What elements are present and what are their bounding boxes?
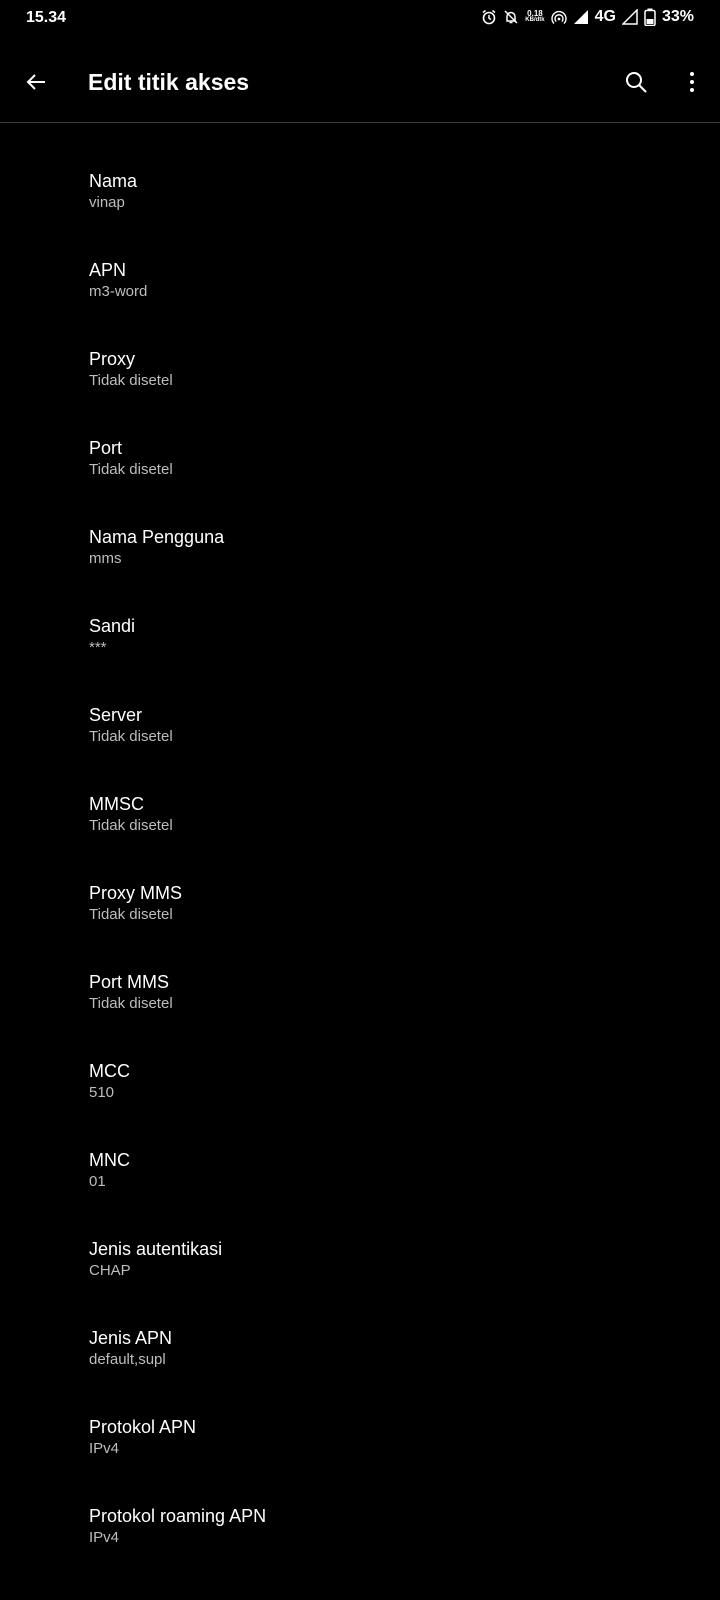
network-speed-unit: KB/dtk <box>525 17 545 23</box>
setting-server[interactable]: Server Tidak disetel <box>0 668 720 757</box>
setting-title: Protokol roaming APN <box>89 1506 267 1526</box>
setting-title: Port MMS <box>89 972 170 992</box>
setting-apn[interactable]: APN m3-word <box>0 223 720 312</box>
setting-value: Tidak disetel <box>89 995 173 1012</box>
setting-title: Nama Pengguna <box>89 527 225 547</box>
setting-title: Proxy <box>89 349 136 369</box>
setting-title: Nama <box>89 171 138 191</box>
setting-proxy[interactable]: Proxy Tidak disetel <box>0 312 720 401</box>
network-type: 4G <box>594 8 616 25</box>
setting-title: MNC <box>89 1150 130 1170</box>
status-icons: 0.18 KB/dtk 4G 33% <box>481 8 694 26</box>
setting-value: 510 <box>89 1084 115 1101</box>
hotspot-icon <box>551 9 567 25</box>
setting-mms-port[interactable]: Port MMS Tidak disetel <box>0 935 720 1024</box>
status-time: 15.34 <box>26 9 67 26</box>
back-arrow-icon <box>26 74 45 90</box>
setting-value: IPv4 <box>89 1440 120 1457</box>
setting-value: Tidak disetel <box>89 372 173 389</box>
network-speed-icon: 0.18 KB/dtk <box>525 10 544 24</box>
setting-password[interactable]: Sandi *** <box>0 579 720 668</box>
search-button[interactable] <box>614 60 658 104</box>
alarm-icon <box>481 9 497 25</box>
setting-value: m3-word <box>89 283 148 300</box>
setting-value: vinap <box>89 194 125 211</box>
page-title: Edit titik akses <box>88 69 250 95</box>
setting-value: Tidak disetel <box>89 817 173 834</box>
signal-2-icon <box>621 9 638 25</box>
battery-icon <box>644 8 656 26</box>
setting-username[interactable]: Nama Pengguna mms <box>0 490 720 579</box>
search-icon <box>626 72 647 93</box>
app-bar: Edit titik akses <box>0 40 720 123</box>
setting-title: MMSC <box>89 794 144 814</box>
setting-apn-type[interactable]: Jenis APN default,supl <box>0 1291 720 1380</box>
setting-value: CHAP <box>89 1262 131 1279</box>
setting-value: Tidak disetel <box>89 728 173 745</box>
more-options-button[interactable] <box>670 60 714 104</box>
setting-title: Sandi <box>89 616 136 636</box>
setting-value: Tidak disetel <box>89 461 173 478</box>
status-bar: 15.34 0.18 KB/dtk 4G 33% <box>0 0 720 40</box>
setting-apn-roaming-protocol[interactable]: Protokol roaming APN IPv4 <box>0 1469 720 1558</box>
notifications-off-icon <box>503 9 519 25</box>
setting-title: Jenis autentikasi <box>89 1239 223 1259</box>
setting-title: APN <box>89 260 127 280</box>
setting-title: Server <box>89 705 143 725</box>
back-button[interactable] <box>14 60 58 104</box>
setting-value: IPv4 <box>89 1529 120 1546</box>
network-speed-value: 0.18 <box>527 9 543 18</box>
setting-mms-proxy[interactable]: Proxy MMS Tidak disetel <box>0 846 720 935</box>
signal-icon <box>573 9 589 25</box>
settings-list: Nama vinap APN m3-word Proxy Tidak diset… <box>0 134 720 1558</box>
setting-mcc[interactable]: MCC 510 <box>0 1024 720 1113</box>
setting-value: 01 <box>89 1173 106 1190</box>
setting-value: default,supl <box>89 1351 166 1368</box>
setting-nama[interactable]: Nama vinap <box>0 134 720 223</box>
setting-port[interactable]: Port Tidak disetel <box>0 401 720 490</box>
setting-title: Jenis APN <box>89 1328 173 1348</box>
setting-title: Protokol APN <box>89 1417 197 1437</box>
setting-title: MCC <box>89 1061 130 1081</box>
setting-apn-protocol[interactable]: Protokol APN IPv4 <box>0 1380 720 1469</box>
more-vertical-icon <box>690 72 694 92</box>
battery-percent: 33% <box>661 8 694 25</box>
setting-auth-type[interactable]: Jenis autentikasi CHAP <box>0 1202 720 1291</box>
setting-value: Tidak disetel <box>89 906 173 923</box>
setting-title: Port <box>89 438 123 458</box>
setting-mnc[interactable]: MNC 01 <box>0 1113 720 1202</box>
setting-value: *** <box>89 639 107 656</box>
setting-mmsc[interactable]: MMSC Tidak disetel <box>0 757 720 846</box>
setting-title: Proxy MMS <box>89 883 183 903</box>
setting-value: mms <box>89 550 122 567</box>
